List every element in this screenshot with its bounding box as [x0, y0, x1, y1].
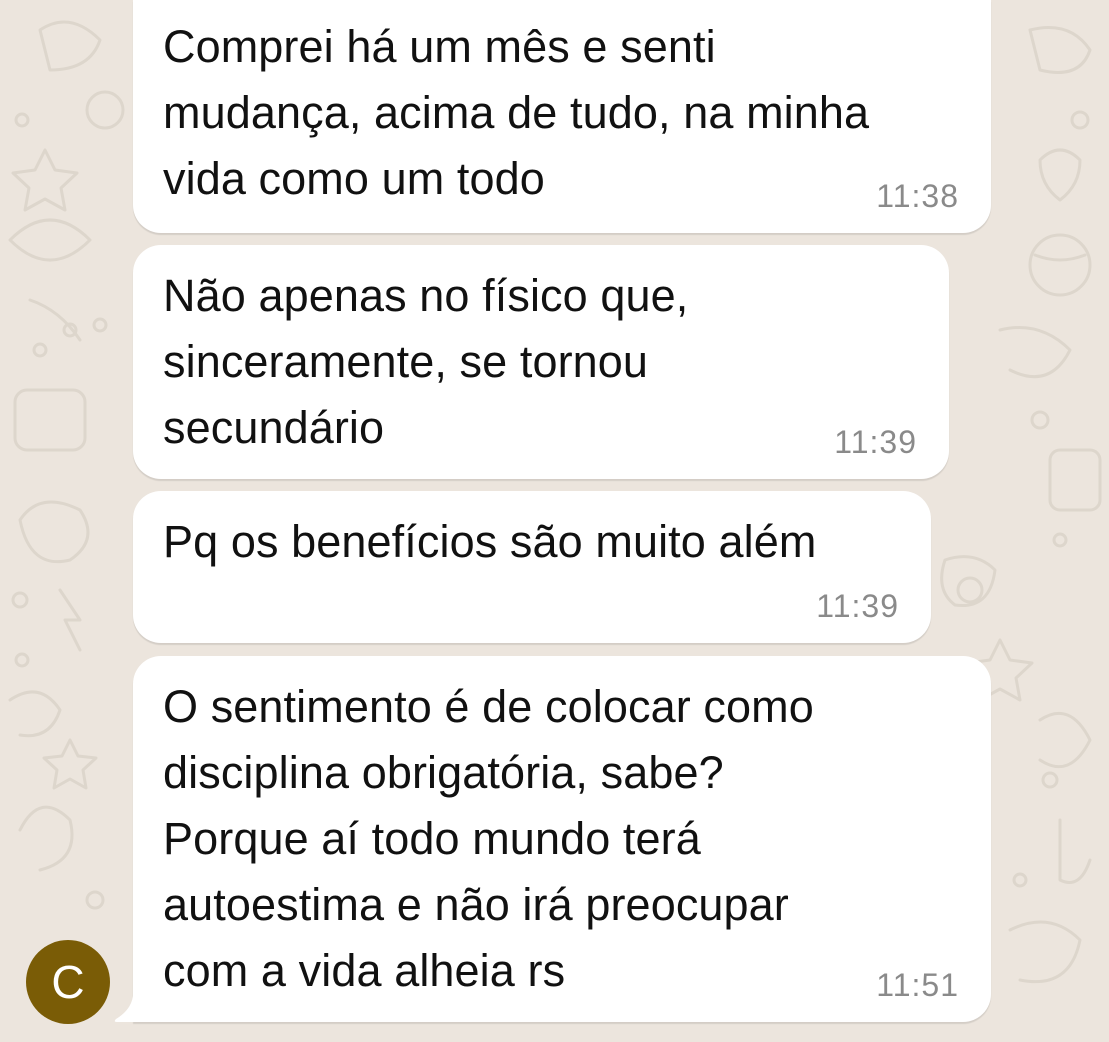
sender-avatar[interactable]: C: [26, 940, 110, 1024]
message-timestamp: 11:39: [834, 424, 917, 460]
message-bubble[interactable]: O sentimento é de colocar como disciplin…: [133, 656, 991, 1022]
message-text: Comprei há um mês e senti mudança, acima…: [163, 21, 870, 204]
bubble-tail: [114, 996, 143, 1022]
message-text: Pq os benefícios são muito além: [163, 516, 817, 567]
avatar-initial: C: [51, 956, 85, 1008]
message-timestamp: 11:51: [876, 967, 959, 1003]
message-timestamp: 11:39: [816, 588, 899, 624]
message-text: Não apenas no físico que, sinceramente, …: [163, 270, 689, 453]
message-bubble[interactable]: Pq os benefícios são muito além 11:39: [133, 491, 931, 643]
message-bubble[interactable]: Não apenas no físico que, sinceramente, …: [133, 245, 949, 479]
message-bubble[interactable]: Comprei há um mês e senti mudança, acima…: [133, 0, 991, 233]
message-timestamp: 11:38: [876, 178, 959, 214]
message-text: O sentimento é de colocar como disciplin…: [163, 681, 814, 996]
